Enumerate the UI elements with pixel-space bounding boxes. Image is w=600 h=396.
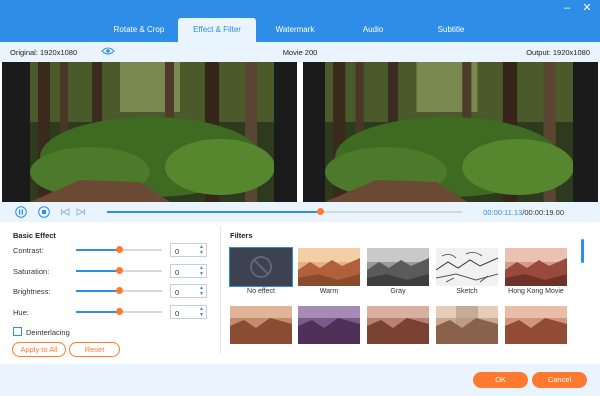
slider-handle[interactable] — [115, 308, 123, 315]
next-frame-icon[interactable] — [75, 206, 87, 218]
slider-handle[interactable] — [115, 267, 123, 274]
playback-progress-handle[interactable] — [316, 208, 324, 215]
filter-thumb-warm[interactable] — [298, 248, 360, 286]
tab-rotate-crop[interactable]: Rotate & Crop — [100, 18, 178, 42]
saturation-row: Saturation: 0 ▲ ▼ — [13, 264, 213, 278]
forest-image — [325, 62, 573, 202]
filters-scrollbar[interactable] — [581, 239, 584, 263]
tab-bar: Rotate & Crop Effect & Filter Watermark … — [100, 18, 490, 42]
player-bar: 00:00:11.13/00:00:19.00 — [0, 202, 600, 222]
contrast-value[interactable]: 0 — [175, 247, 179, 256]
tab-audio[interactable]: Audio — [334, 18, 412, 42]
output-resolution: Output: 1920x1080 — [526, 48, 590, 57]
filter-thumb[interactable] — [505, 306, 567, 344]
cancel-button[interactable]: Cancel — [532, 372, 587, 388]
contrast-row: Contrast: 0 ▲ ▼ — [13, 243, 213, 257]
hue-label: Hue: — [13, 308, 29, 317]
previous-frame-icon[interactable] — [59, 206, 71, 218]
filter-thumb[interactable] — [436, 306, 498, 344]
title-bar: – ✕ Rotate & Crop Effect & Filter Waterm… — [0, 0, 600, 42]
saturation-stepper[interactable]: 0 ▲ ▼ — [170, 264, 207, 278]
footer-bar: OK Cancel — [0, 364, 600, 396]
settings-panel: Basic Effect Contrast: 0 ▲ ▼ Saturation: 0… — [0, 222, 600, 364]
deinterlacing-label: Deinterlacing — [26, 328, 70, 337]
slider-fill — [76, 249, 119, 251]
slider-fill — [76, 311, 119, 313]
time-display: 00:00:11.13/00:00:19.00 — [483, 208, 564, 217]
hue-value[interactable]: 0 — [175, 309, 179, 318]
saturation-label: Saturation: — [13, 267, 50, 276]
slider-handle[interactable] — [115, 287, 123, 294]
hue-row: Hue: 0 ▲ ▼ — [13, 305, 213, 319]
forest-image — [30, 62, 274, 202]
reset-button[interactable]: Reset — [69, 342, 120, 357]
playback-progress-track[interactable] — [107, 208, 462, 215]
hue-stepper[interactable]: 0 ▲ ▼ — [170, 305, 207, 319]
filter-thumb-hong-kong-movie[interactable] — [505, 248, 567, 286]
preview-area — [0, 62, 600, 202]
brightness-slider[interactable] — [76, 287, 162, 294]
close-icon[interactable]: ✕ — [582, 2, 592, 14]
filter-thumb[interactable] — [230, 306, 292, 344]
filter-label-warm: Warm — [319, 288, 339, 295]
saturation-value[interactable]: 0 — [175, 268, 179, 277]
slider-fill — [76, 290, 119, 292]
decrement-icon[interactable]: ▼ — [198, 250, 205, 256]
contrast-label: Contrast: — [13, 246, 44, 255]
contrast-slider[interactable] — [76, 246, 162, 253]
total-time: /00:00:19.00 — [522, 208, 564, 217]
original-preview — [2, 62, 297, 202]
brightness-stepper[interactable]: 0 ▲ ▼ — [170, 284, 207, 298]
hue-slider[interactable] — [76, 308, 162, 315]
ok-button[interactable]: OK — [473, 372, 528, 388]
filter-thumb[interactable] — [298, 306, 360, 344]
filter-thumb-sketch[interactable] — [436, 248, 498, 286]
brightness-row: Brightness: 0 ▲ ▼ — [13, 284, 213, 298]
contrast-stepper[interactable]: 0 ▲ ▼ — [170, 243, 207, 257]
filter-thumb[interactable] — [367, 306, 429, 344]
filter-label-sketch: Sketch — [456, 288, 478, 295]
filter-label-gray: Gray — [390, 288, 406, 295]
output-preview — [303, 62, 598, 202]
decrement-icon[interactable]: ▼ — [198, 271, 205, 277]
filters-title: Filters — [230, 231, 253, 240]
slider-handle[interactable] — [115, 246, 123, 253]
slider-fill — [76, 270, 119, 272]
pause-icon[interactable] — [15, 206, 27, 218]
video-title: Movie 200 — [282, 48, 318, 57]
brightness-value[interactable]: 0 — [175, 288, 179, 297]
filter-thumb-gray[interactable] — [367, 248, 429, 286]
brightness-label: Brightness: — [13, 287, 51, 296]
deinterlacing-checkbox[interactable] — [13, 327, 22, 336]
apply-to-all-button[interactable]: Apply to All — [12, 342, 66, 357]
info-bar: Original: 1920x1080 Movie 200 Output: 19… — [0, 42, 600, 62]
minimize-icon[interactable]: – — [562, 2, 572, 14]
decrement-icon[interactable]: ▼ — [198, 312, 205, 318]
filter-label-hong-kong-movie: Hong Kong Movie — [508, 288, 564, 295]
tab-subtitle[interactable]: Subtitle — [412, 18, 490, 42]
decrement-icon[interactable]: ▼ — [198, 291, 205, 297]
tab-effect-filter[interactable]: Effect & Filter — [178, 18, 256, 42]
current-time: 00:00:11.13 — [483, 208, 523, 217]
basic-effect-title: Basic Effect — [13, 231, 56, 240]
filter-thumb-no-effect[interactable] — [229, 247, 293, 287]
tab-watermark[interactable]: Watermark — [256, 18, 334, 42]
stop-icon[interactable] — [38, 206, 50, 218]
saturation-slider[interactable] — [76, 267, 162, 274]
playback-progress-fill — [107, 211, 320, 213]
